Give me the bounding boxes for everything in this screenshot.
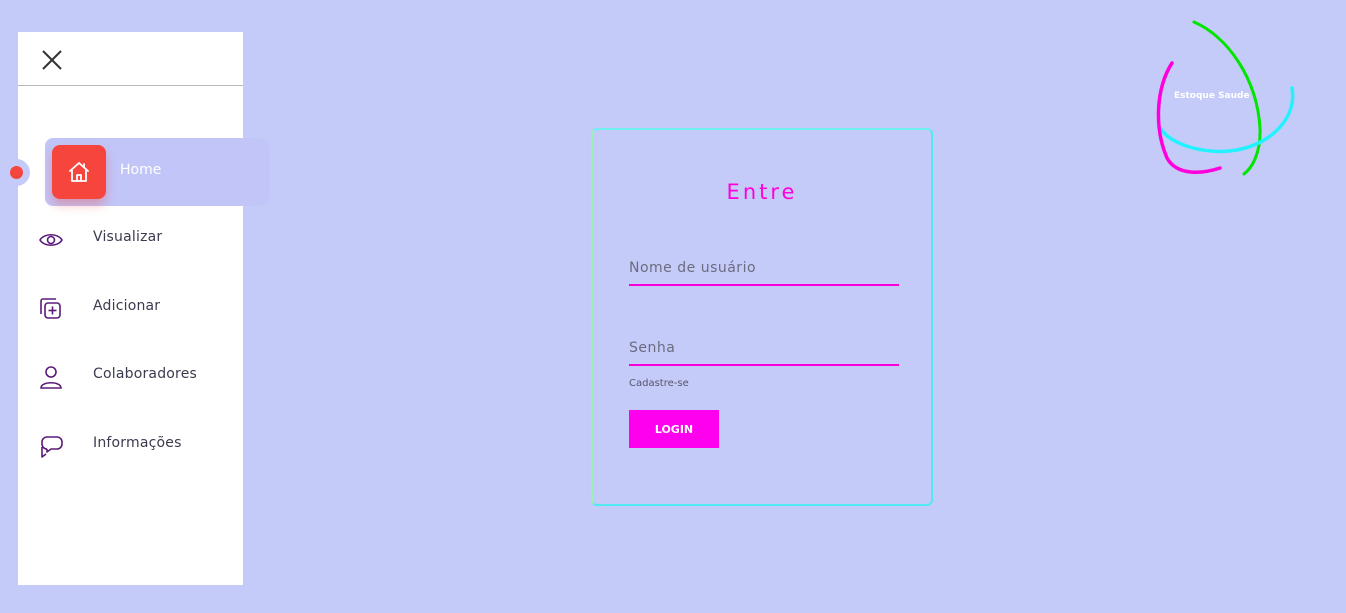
- sidebar: Visualizar Adicionar Colaboradores Infor…: [18, 32, 243, 585]
- close-button[interactable]: [40, 48, 64, 72]
- sidebar-item-adicionar[interactable]: Adicionar: [18, 288, 243, 328]
- sidebar-item-label: Colaboradores: [93, 366, 198, 382]
- login-card: Entre Cadastre-se LOGIN: [591, 128, 933, 506]
- sidebar-item-informacoes[interactable]: Informações: [18, 425, 243, 465]
- login-title: Entre: [726, 180, 798, 204]
- signup-link[interactable]: Cadastre-se: [629, 378, 689, 389]
- sidebar-item-label: Adicionar: [93, 298, 161, 314]
- sidebar-item-label: Informações: [93, 435, 182, 451]
- active-dot: [10, 166, 23, 179]
- sidebar-item-visualizar[interactable]: Visualizar: [18, 219, 243, 259]
- home-icon: [69, 162, 89, 182]
- login-button[interactable]: LOGIN: [629, 410, 719, 448]
- username-input[interactable]: [629, 252, 899, 286]
- home-badge: [52, 145, 106, 199]
- eye-icon: [39, 233, 63, 247]
- sidebar-item-colaboradores[interactable]: Colaboradores: [18, 356, 243, 396]
- logo-text: Estoque Saude: [1174, 91, 1250, 101]
- sidebar-item-label: Home: [120, 162, 162, 178]
- chat-icon: [41, 436, 63, 458]
- active-indicator: [3, 159, 30, 186]
- user-icon: [40, 366, 62, 389]
- password-input[interactable]: [629, 332, 899, 366]
- close-icon: [42, 50, 62, 70]
- sidebar-item-label: Visualizar: [93, 229, 163, 245]
- add-square-icon: [40, 298, 61, 319]
- sidebar-item-home[interactable]: Home: [45, 138, 270, 206]
- sidebar-header: [18, 32, 243, 86]
- logo: Estoque Saude: [1152, 18, 1302, 178]
